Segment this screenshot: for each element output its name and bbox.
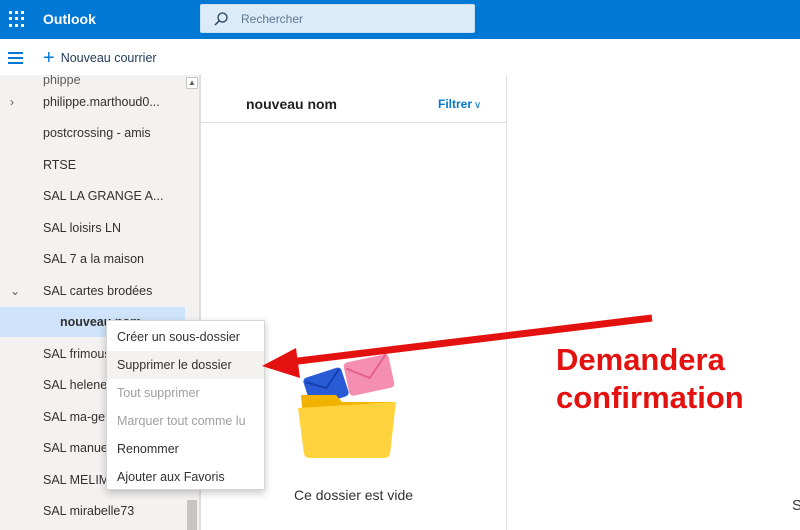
new-mail-button[interactable]: + Nouveau courrier bbox=[43, 48, 157, 68]
app-launcher-icon[interactable] bbox=[8, 10, 26, 28]
message-list-header: nouveau nom Filtrer ∨ bbox=[201, 75, 506, 123]
app-title[interactable]: Outlook bbox=[43, 11, 96, 27]
search-input[interactable]: Rechercher bbox=[241, 12, 303, 26]
folder-item[interactable]: RTSE bbox=[0, 150, 185, 180]
menu-item-mark-all-read: Marquer tout comme lu bbox=[117, 414, 246, 428]
menu-item-rename[interactable]: Renommer bbox=[107, 435, 264, 463]
folder-item[interactable]: SAL loisirs LN bbox=[0, 213, 185, 243]
folder-label: SAL frimous bbox=[43, 347, 111, 361]
search-box[interactable]: Rechercher bbox=[200, 4, 475, 33]
folder-title: nouveau nom bbox=[246, 96, 338, 112]
folder-label: SAL LA GRANGE A... bbox=[43, 189, 164, 203]
top-bar: Outlook Rechercher bbox=[0, 0, 800, 39]
folder-item[interactable]: SAL LA GRANGE A... bbox=[0, 181, 185, 211]
folder-item[interactable]: postcrossing - amis bbox=[0, 118, 185, 148]
annotation-line-2: confirmation bbox=[556, 380, 744, 415]
new-mail-label: Nouveau courrier bbox=[60, 51, 157, 65]
filter-button[interactable]: Filtrer ∨ bbox=[438, 97, 481, 111]
menu-item-add-favorites[interactable]: Ajouter aux Favoris bbox=[107, 463, 264, 491]
folder-label: SAL 7 a la maison bbox=[43, 252, 144, 266]
scroll-up-icon[interactable]: ▲ bbox=[186, 77, 198, 89]
pink-envelope-icon bbox=[343, 353, 395, 396]
chevron-right-icon[interactable]: › bbox=[10, 96, 22, 108]
annotation-text: Demandera confirmation bbox=[556, 341, 786, 417]
plus-icon: + bbox=[43, 47, 55, 69]
menu-item-delete-all: Tout supprimer bbox=[117, 386, 200, 400]
search-icon bbox=[214, 12, 228, 26]
reading-pane-text: S bbox=[792, 497, 800, 514]
chevron-down-icon[interactable]: ⌄ bbox=[10, 285, 22, 297]
folder-icon bbox=[298, 395, 396, 458]
folder-item[interactable]: ⌄ SAL cartes brodées bbox=[0, 276, 185, 306]
hamburger-menu-icon[interactable] bbox=[8, 52, 23, 64]
menu-item-delete-folder[interactable]: Supprimer le dossier bbox=[107, 351, 264, 379]
folder-label: SAL cartes brodées bbox=[43, 284, 153, 298]
folder-label: philippe.marthoud0... bbox=[43, 95, 160, 109]
annotation-line-1: Demandera bbox=[556, 342, 725, 377]
folder-label: SAL manue bbox=[43, 441, 108, 455]
folder-item[interactable]: › philippe.marthoud0... bbox=[0, 87, 185, 117]
empty-folder-illustration bbox=[298, 353, 396, 458]
menu-item-create-subfolder[interactable]: Créer un sous-dossier bbox=[107, 323, 264, 351]
folder-item[interactable]: SAL mirabelle73 bbox=[0, 496, 185, 526]
folder-item[interactable]: SAL 7 a la maison bbox=[0, 244, 185, 274]
command-bar: + Nouveau courrier bbox=[0, 39, 800, 75]
folder-label: RTSE bbox=[43, 158, 77, 172]
reading-pane: S bbox=[507, 75, 800, 530]
folder-context-menu: Créer un sous-dossier Supprimer le dossi… bbox=[106, 320, 265, 490]
folder-label: SAL ma-ger bbox=[43, 410, 110, 424]
folder-label: SAL MELIM bbox=[43, 473, 110, 487]
scrollbar-thumb[interactable] bbox=[187, 500, 197, 530]
filter-label: Filtrer bbox=[438, 97, 473, 111]
folder-label: postcrossing - amis bbox=[43, 126, 151, 140]
folder-label: SAL mirabelle73 bbox=[43, 504, 135, 518]
chevron-down-icon: ∨ bbox=[474, 100, 482, 111]
folder-label: SAL loisirs LN bbox=[43, 221, 122, 235]
